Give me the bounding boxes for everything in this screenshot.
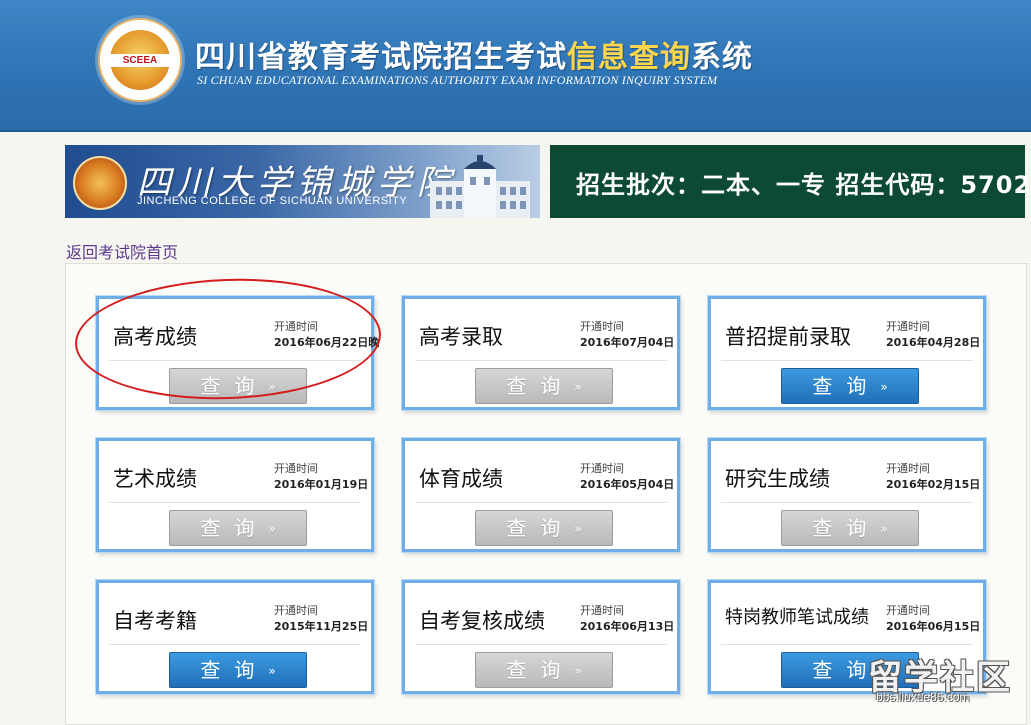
query-card: 体育成绩 开通时间 2016年05月04日查询» <box>402 438 680 552</box>
card-title: 体育成绩 <box>419 467 503 491</box>
query-button[interactable]: 查询» <box>169 368 307 404</box>
query-card: 高考成绩 开通时间 2016年06月22日晚查询» <box>96 296 379 410</box>
card-title: 自考复核成绩 <box>419 609 545 633</box>
open-date: 2016年05月04日 <box>580 478 675 491</box>
college-banner: 四川大学锦城学院 JINCHENG COLLEGE OF SICHUAN UNI… <box>65 145 540 218</box>
open-date: 2016年07月04日 <box>580 336 675 349</box>
query-button[interactable]: 查询» <box>781 368 919 404</box>
card-divider <box>721 502 973 503</box>
card-divider <box>415 502 667 503</box>
open-date: 2016年06月22日晚 <box>274 336 380 349</box>
double-chevron-right-icon: » <box>880 380 888 394</box>
card-divider <box>721 644 973 645</box>
query-button-label: 查询 <box>200 658 269 682</box>
site-subtitle: SI CHUAN EDUCATIONAL EXAMINATIONS AUTHOR… <box>197 73 718 87</box>
open-date: 2016年02月15日 <box>886 478 981 491</box>
open-time-label: 开通时间 <box>274 462 318 475</box>
query-button[interactable]: 查询» <box>169 652 307 688</box>
open-date: 2015年11月25日 <box>274 620 369 633</box>
admission-info-text: 招生批次：二本、一专 招生代码：5702 <box>576 171 1031 199</box>
open-time-label: 开通时间 <box>580 462 624 475</box>
query-card: 普招提前录取 开通时间 2016年04月28日查询» <box>708 296 986 410</box>
card-divider <box>721 360 973 361</box>
open-date: 2016年06月13日 <box>580 620 675 633</box>
card-divider <box>109 502 361 503</box>
card-title: 艺术成绩 <box>113 467 197 491</box>
card-title: 自考考籍 <box>113 609 197 633</box>
double-chevron-right-icon: » <box>574 664 582 678</box>
open-time-label: 开通时间 <box>274 604 318 617</box>
open-time-label: 开通时间 <box>580 604 624 617</box>
watermark-url: bbs.liuxue86.com <box>876 690 970 704</box>
site-header: SCEEA 四川省教育考试院招生考试信息查询系统 SI CHUAN EDUCAT… <box>0 0 1031 132</box>
open-date: 2016年01月19日 <box>274 478 369 491</box>
double-chevron-right-icon: » <box>880 522 888 536</box>
double-chevron-right-icon: » <box>268 522 276 536</box>
query-card: 高考录取 开通时间 2016年07月04日查询» <box>402 296 680 410</box>
query-button[interactable]: 查询» <box>475 510 613 546</box>
watermark: 留学社区 bbs.liuxue86.com <box>868 650 1028 708</box>
query-button-label: 查询 <box>506 374 575 398</box>
card-divider <box>415 360 667 361</box>
open-time-label: 开通时间 <box>580 320 624 333</box>
query-button-label: 查询 <box>506 516 575 540</box>
open-time-label: 开通时间 <box>274 320 318 333</box>
card-divider <box>109 644 361 645</box>
query-button[interactable]: 查询» <box>475 368 613 404</box>
site-title: 四川省教育考试院招生考试信息查询系统 <box>195 40 753 75</box>
double-chevron-right-icon: » <box>268 664 276 678</box>
sceea-logo: SCEEA <box>98 18 182 102</box>
logo-text: SCEEA <box>110 54 170 67</box>
query-button-label: 查询 <box>200 516 269 540</box>
card-title: 高考录取 <box>419 325 503 349</box>
open-date: 2016年06月15日 <box>886 620 981 633</box>
open-time-label: 开通时间 <box>886 320 930 333</box>
admission-info-banner: 招生批次：二本、一专 招生代码：5702 <box>550 145 1030 218</box>
college-name-en: JINCHENG COLLEGE OF SICHUAN UNIVERSITY <box>137 195 408 207</box>
query-button-label: 查询 <box>812 374 881 398</box>
query-button-label: 查询 <box>812 516 881 540</box>
query-button[interactable]: 查询» <box>781 510 919 546</box>
query-card: 研究生成绩 开通时间 2016年02月15日查询» <box>708 438 986 552</box>
open-date: 2016年04月28日 <box>886 336 981 349</box>
card-title: 普招提前录取 <box>725 325 851 349</box>
open-time-label: 开通时间 <box>886 604 930 617</box>
query-button-label: 查询 <box>506 658 575 682</box>
title-highlight: 信息查询 <box>567 40 691 75</box>
campus-building-icon <box>430 155 530 218</box>
query-card: 自考考籍 开通时间 2015年11月25日查询» <box>96 580 374 694</box>
double-chevron-right-icon: » <box>268 380 276 394</box>
card-divider <box>109 360 361 361</box>
double-chevron-right-icon: » <box>574 380 582 394</box>
card-title: 高考成绩 <box>113 325 197 349</box>
card-title: 研究生成绩 <box>725 467 830 491</box>
query-card: 艺术成绩 开通时间 2016年01月19日查询» <box>96 438 374 552</box>
card-title: 特岗教师笔试成绩 <box>725 607 869 628</box>
college-emblem-icon <box>73 156 127 210</box>
query-card: 自考复核成绩 开通时间 2016年06月13日查询» <box>402 580 680 694</box>
query-button[interactable]: 查询» <box>475 652 613 688</box>
card-divider <box>415 644 667 645</box>
open-time-label: 开通时间 <box>886 462 930 475</box>
back-to-home-link[interactable]: 返回考试院首页 <box>66 239 178 263</box>
query-button-label: 查询 <box>200 374 269 398</box>
double-chevron-right-icon: » <box>574 522 582 536</box>
query-button[interactable]: 查询» <box>169 510 307 546</box>
